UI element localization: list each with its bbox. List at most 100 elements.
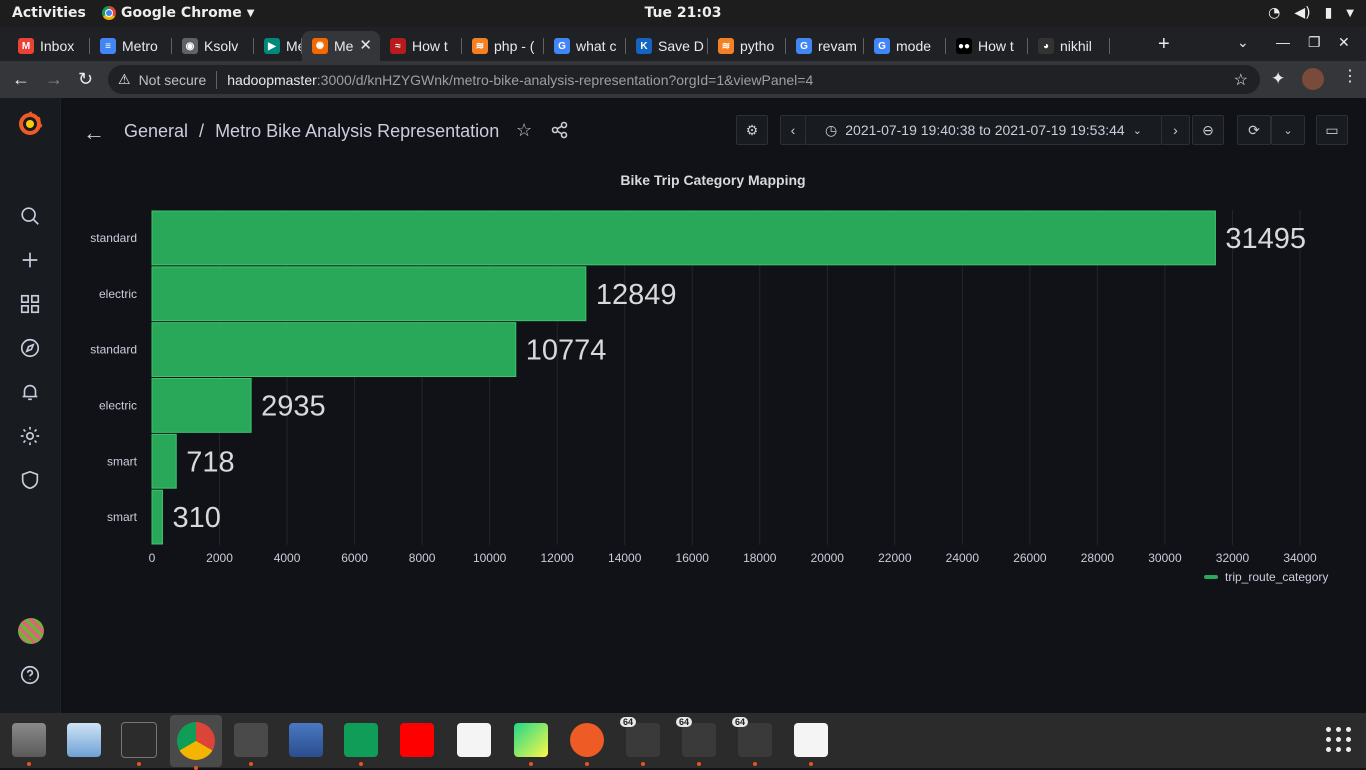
minimize-button[interactable]: — [1276,34,1290,50]
time-range-picker[interactable]: ◷ 2021-07-19 19:40:38 to 2021-07-19 19:5… [805,115,1162,145]
dashboard-navbar: ← General / Metro Bike Analysis Represen… [61,98,1366,164]
tab-label: revam [818,38,857,54]
system-tray[interactable]: ◔ ◀) ▮ ▼ [1268,5,1354,21]
bar-value-label: 12849 [596,279,677,311]
menu-dots-icon[interactable]: ⋮ [1342,66,1358,86]
plus-icon[interactable] [15,245,45,275]
dock-item[interactable] [65,721,103,759]
tab-search-icon[interactable]: ⌄ [1237,34,1249,51]
time-shift-forward-button[interactable]: › [1161,115,1190,145]
close-tab-icon[interactable]: ✕ [359,36,372,54]
x-tick-label: 10000 [473,551,507,565]
dock-item[interactable] [287,721,325,759]
breadcrumb: General / Metro Bike Analysis Representa… [124,121,499,142]
browser-tab[interactable]: ✺ Me ✕ [302,31,380,61]
browser-toolbar: ← → ↻ ⚠ Not secure hadoopmaster :3000/d/… [0,61,1366,98]
dock-item[interactable] [342,721,380,766]
running-indicator [641,762,645,766]
dock-item[interactable] [455,721,493,759]
badge-64: 64 [620,717,637,727]
bar [151,433,177,489]
extensions-icon[interactable]: ✦ [1271,69,1285,89]
dock-item[interactable] [170,715,222,770]
browser-tab[interactable]: Grevam [786,31,864,61]
favorite-star-icon[interactable]: ☆ [516,120,532,141]
profile-avatar[interactable] [1302,68,1324,90]
sublime-text-icon [234,723,268,757]
chevron-down-icon: ▼ [1346,7,1354,19]
y-category-label: standard [90,231,137,245]
warning-icon: ⚠ [118,71,131,87]
share-icon[interactable] [551,121,569,139]
bar [151,266,587,322]
url-host: hadoopmaster [227,71,317,88]
dashboard-settings-button[interactable]: ⚙ [736,115,768,145]
running-indicator [359,762,363,766]
x-tick-label: 8000 [409,551,436,565]
browser-tab[interactable]: M Inbox [8,31,90,61]
browser-tab[interactable]: ◕ nikhil [1028,31,1110,61]
browser-tab[interactable]: ≡ Metro [90,31,172,61]
dock-item[interactable] [120,721,158,766]
x-tick-label: 18000 [743,551,777,565]
spreadsheet-icon [794,723,828,757]
y-category-label: smart [107,510,138,524]
settings-gear-icon[interactable] [15,421,45,451]
user-avatar[interactable] [18,618,44,644]
time-shift-back-button[interactable]: ‹ [780,115,806,145]
dashboard-title[interactable]: Metro Bike Analysis Representation [215,121,499,142]
dock-item[interactable] [398,721,436,759]
browser-tab[interactable]: ≋ pytho [708,31,786,61]
chevron-down-icon: ⌄ [1283,124,1293,137]
zoom-out-button[interactable]: ⊖ [1192,115,1224,145]
tab-label: pytho [740,38,775,54]
browser-tab[interactable]: Gmode [864,31,946,61]
chevron-left-icon: ‹ [790,122,796,138]
dock-item[interactable]: 64 [676,717,718,766]
restore-button[interactable]: ❐ [1308,34,1321,51]
bar-value-label: 31495 [1225,223,1306,255]
dock-item[interactable] [10,721,48,766]
browser-tab[interactable]: K Save D [626,31,708,61]
reload-button[interactable]: ↻ [78,69,93,90]
dashboards-icon[interactable] [15,289,45,319]
explore-compass-icon[interactable] [15,333,45,363]
breadcrumb-folder[interactable]: General [124,121,188,142]
browser-tab[interactable]: ●● How t [946,31,1028,61]
close-window-button[interactable]: ✕ [1338,34,1350,51]
alerting-bell-icon[interactable] [15,377,45,407]
show-applications-button[interactable] [1326,727,1352,753]
browser-tab[interactable]: ▶ Me [254,31,302,61]
refresh-button[interactable]: ⟳ [1237,115,1271,145]
app-menu[interactable]: Google Chrome ▼ [102,5,254,21]
browser-tab[interactable]: Gwhat c [544,31,626,61]
refresh-interval-button[interactable]: ⌄ [1271,115,1305,145]
dock-item[interactable]: 64 [732,717,774,766]
bar [151,489,163,545]
grafana-icon: ✺ [312,38,328,54]
chart-legend[interactable]: trip_route_category [1204,570,1328,584]
forward-button[interactable]: → [45,69,63,90]
address-bar[interactable]: ⚠ Not secure hadoopmaster :3000/d/knHZYG… [108,65,1260,94]
dock-item[interactable] [792,721,830,766]
browser-tab[interactable]: ≈ How t [380,31,462,61]
clock[interactable]: Tue 21:03 [645,5,722,21]
browser-tab[interactable]: ≋ php - ( [462,31,544,61]
tv-mode-button[interactable]: ▭ [1316,115,1348,145]
grafana-logo-icon[interactable] [16,110,44,138]
dock-item[interactable] [232,721,270,766]
activities-button[interactable]: Activities [12,5,86,21]
tab-separator [1109,38,1110,54]
search-icon[interactable] [15,201,45,231]
new-tab-button[interactable]: + [1158,33,1170,56]
bookmark-star-icon[interactable]: ☆ [1234,70,1248,90]
shield-icon[interactable] [15,465,45,495]
dock-item[interactable]: 64 [620,717,662,766]
dock-item[interactable] [568,721,606,766]
browser-tab[interactable]: ◉ Ksolv [172,31,254,61]
back-button[interactable]: ← [12,69,30,90]
help-icon[interactable] [15,660,45,690]
dock-item[interactable] [512,721,550,766]
document-viewer-icon [67,723,101,757]
back-arrow-icon[interactable]: ← [83,120,105,146]
